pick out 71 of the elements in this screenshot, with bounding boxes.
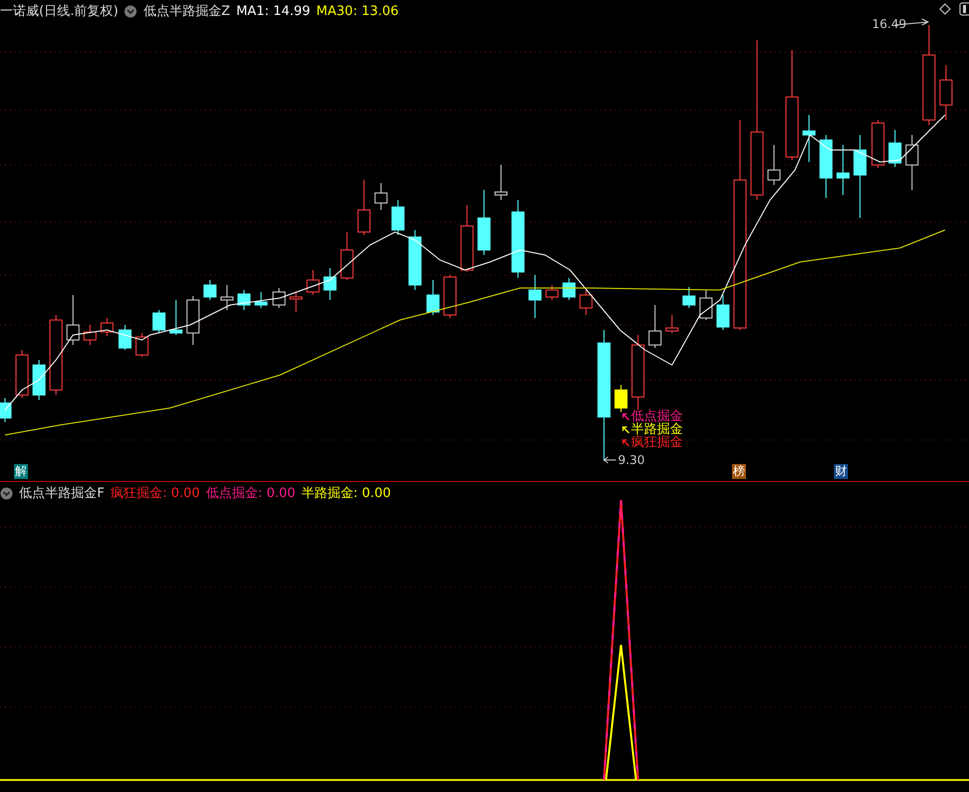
dropdown-icon[interactable] — [0, 486, 13, 500]
candlestick — [426, 280, 440, 316]
candlestick — [716, 294, 730, 330]
ma-reading: MA30: 13.06 — [316, 4, 399, 18]
candlestick — [374, 182, 388, 210]
candlestick — [546, 284, 558, 300]
candlestick — [408, 230, 422, 290]
candlestick — [16, 350, 28, 398]
candlestick — [768, 144, 780, 186]
candlestick — [682, 286, 696, 308]
indicator-name: 低点半路掘金F — [19, 485, 104, 502]
leader-line — [603, 456, 616, 464]
candlestick — [700, 290, 712, 320]
candlestick — [358, 180, 370, 236]
candlestick — [666, 314, 678, 334]
candlestick — [392, 200, 404, 236]
candlestick — [204, 280, 216, 300]
candlestick — [118, 324, 132, 350]
candlestick — [220, 284, 234, 310]
stock-title: 一诺威(日线.前复权) — [0, 3, 118, 20]
candlestick — [152, 310, 166, 334]
candlestick — [324, 268, 336, 300]
indicator-reading: 半路掘金: 0.00 — [301, 485, 391, 502]
candlestick — [888, 130, 902, 168]
candlestick — [648, 304, 662, 348]
candlestick — [528, 274, 542, 318]
signal-label: 低点掘金 — [631, 410, 683, 423]
low-price-label: 9.30 — [618, 453, 645, 467]
candlestick — [802, 114, 816, 162]
panel-toggle-icon[interactable] — [959, 2, 969, 16]
diamond-icon[interactable] — [939, 3, 951, 15]
arrow-icon — [622, 438, 630, 446]
candlestick — [836, 144, 850, 196]
signal-label: 半路掘金 — [631, 423, 683, 436]
candlestick — [340, 232, 354, 280]
candlestick — [494, 164, 508, 200]
indicator-reading: 低点掘金: 0.00 — [206, 485, 296, 502]
event-badge[interactable]: 解 — [14, 464, 28, 479]
candlestick — [562, 278, 576, 300]
candlestick — [84, 324, 96, 346]
indicator-name: 低点半路掘金Z — [143, 3, 230, 20]
candlestick — [478, 190, 490, 256]
candlestick — [100, 318, 114, 336]
arrow-icon — [622, 412, 630, 420]
candlestick — [0, 398, 12, 422]
candlestick — [614, 384, 628, 412]
high-price-label: 16.49 — [872, 17, 906, 31]
candlestick — [872, 120, 884, 168]
candlestick — [290, 292, 302, 312]
candlestick — [444, 274, 456, 318]
candlestick — [170, 300, 182, 336]
event-badge[interactable]: 榜 — [732, 464, 746, 479]
indicator-reading: 疯狂掘金: 0.00 — [110, 485, 200, 502]
candlestick — [820, 134, 832, 198]
candlestick — [306, 270, 320, 296]
candlestick — [136, 332, 148, 358]
candlestick — [238, 290, 250, 310]
event-badge[interactable]: 财 — [834, 464, 848, 479]
candlestick — [580, 290, 592, 316]
candlestick — [460, 204, 474, 272]
ma-reading: MA1: 14.99 — [236, 4, 310, 18]
dropdown-icon[interactable] — [124, 4, 138, 18]
candlestick — [254, 292, 268, 308]
arrow-icon — [622, 426, 630, 434]
candlestick — [272, 288, 286, 308]
candlestick — [940, 64, 952, 120]
signal-label: 疯狂掘金 — [631, 436, 683, 449]
candlestick — [906, 134, 918, 190]
candlestick — [186, 296, 200, 346]
candlestick — [32, 360, 46, 400]
candlestick — [66, 294, 80, 346]
